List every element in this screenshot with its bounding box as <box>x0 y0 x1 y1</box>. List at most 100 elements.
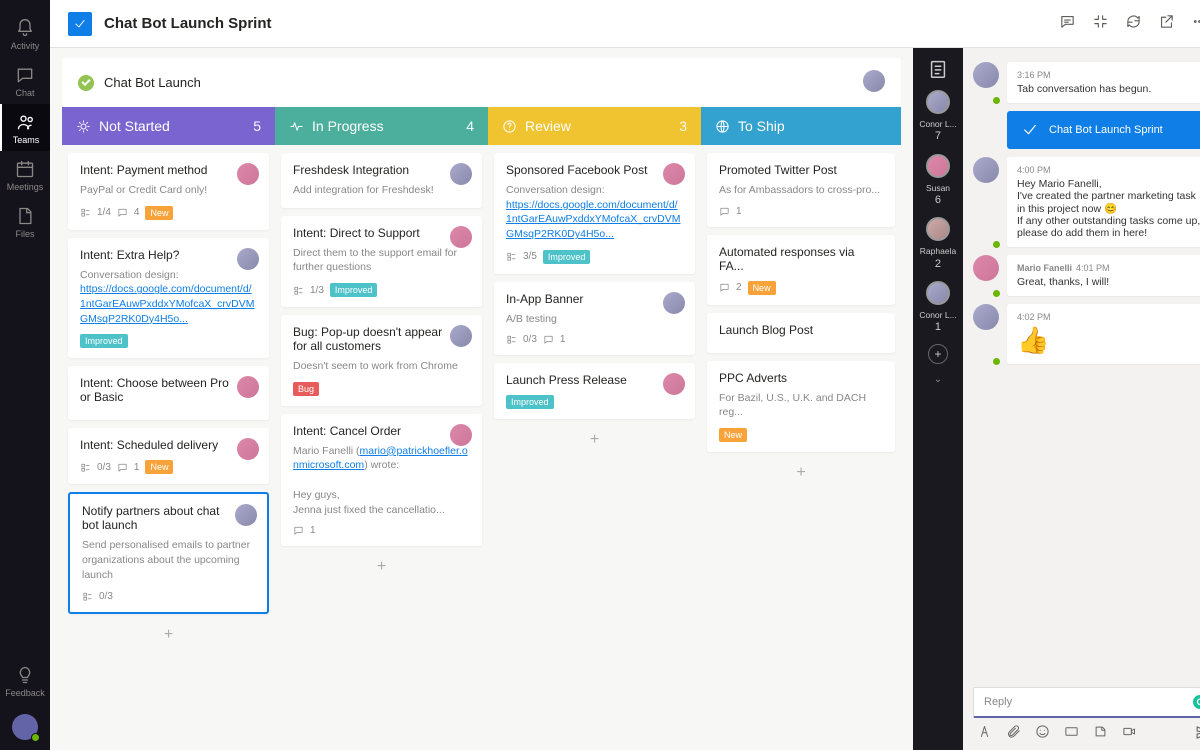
card[interactable]: Launch Blog Post <box>707 313 895 353</box>
card[interactable]: Sponsored Facebook Post Conversation des… <box>494 153 695 274</box>
assignee-avatar <box>663 373 685 395</box>
add-card-button[interactable]: + <box>494 427 695 453</box>
me-avatar[interactable] <box>12 714 38 740</box>
card[interactable]: Automated responses via FA... 2 New <box>707 235 895 305</box>
project-avatar[interactable] <box>863 70 885 92</box>
card[interactable]: Promoted Twitter Post As for Ambassadors… <box>707 153 895 227</box>
card-title: Intent: Direct to Support <box>293 226 470 240</box>
rail-files[interactable]: Files <box>0 198 50 245</box>
attach-icon[interactable] <box>1006 724 1021 744</box>
add-person-button[interactable]: + <box>928 344 948 364</box>
card[interactable]: Intent: Scheduled delivery 0/3 1 New <box>68 428 269 484</box>
reply-input[interactable]: Reply G <box>973 687 1200 718</box>
checklist-icon <box>293 285 304 296</box>
tab-title: Chat Bot Launch Sprint <box>104 15 272 32</box>
column-header: To Ship <box>701 107 901 145</box>
topbar: Chat Bot Launch Sprint <box>50 0 1200 48</box>
grammarly-icon: G <box>1193 695 1200 709</box>
person[interactable]: Susan6 <box>926 154 950 208</box>
assignee-avatar <box>663 163 685 185</box>
pulse-icon <box>289 119 304 134</box>
gif-icon[interactable] <box>1064 724 1079 744</box>
presence-icon <box>992 357 1001 366</box>
add-card-button[interactable]: + <box>68 622 269 648</box>
more-icon[interactable] <box>1191 13 1200 35</box>
tag-new: New <box>719 428 747 442</box>
sticker-icon[interactable] <box>1093 724 1108 744</box>
popout-icon[interactable] <box>1158 13 1175 35</box>
chat-panel: 3:16 PMTab conversation has begun. Chat … <box>963 48 1200 750</box>
tag-improved: Improved <box>80 334 128 348</box>
comment-icon <box>293 525 304 536</box>
collapse-icon[interactable] <box>1092 13 1109 35</box>
card[interactable]: PPC Adverts For Bazil, U.S., U.K. and DA… <box>707 361 895 452</box>
column-header: Not Started 5 <box>62 107 275 145</box>
tag-bug: Bug <box>293 382 319 396</box>
doc-link[interactable]: https://docs.google.com/document/d/1ntGa… <box>80 283 254 324</box>
format-icon[interactable] <box>977 724 992 744</box>
bell-icon <box>15 18 35 38</box>
add-card-button[interactable]: + <box>707 460 895 486</box>
rail-teams[interactable]: Teams <box>0 104 50 151</box>
card-title: Sponsored Facebook Post <box>506 163 683 177</box>
card[interactable]: Freshdesk Integration Add integration fo… <box>281 153 482 208</box>
project-bar: Chat Bot Launch <box>62 58 901 107</box>
card-title: Bug: Pop-up doesn't appear for all custo… <box>293 325 470 353</box>
system-pill[interactable]: Chat Bot Launch Sprint <box>1007 111 1200 149</box>
assignee-avatar <box>450 424 472 446</box>
meet-icon[interactable] <box>1122 724 1137 744</box>
card[interactable]: Intent: Choose between Pro or Basic <box>68 366 269 420</box>
card-title: PPC Adverts <box>719 371 883 385</box>
column-header: Review 3 <box>488 107 701 145</box>
card[interactable]: In-App Banner A/B testing 0/3 1 <box>494 282 695 356</box>
rail-chat[interactable]: Chat <box>0 57 50 104</box>
card[interactable]: Bug: Pop-up doesn't appear for all custo… <box>281 315 482 406</box>
avatar <box>973 157 999 183</box>
rail-activity[interactable]: Activity <box>0 10 50 57</box>
card-title: In-App Banner <box>506 292 683 306</box>
tag-improved: Improved <box>330 283 378 297</box>
card[interactable]: Intent: Cancel Order Mario Fanelli (mari… <box>281 414 482 546</box>
checklist-icon <box>506 334 517 345</box>
card[interactable]: Intent: Payment method PayPal or Credit … <box>68 153 269 230</box>
card-title: Promoted Twitter Post <box>719 163 883 177</box>
chevron-down-icon[interactable]: ⌄ <box>934 374 942 385</box>
card-title: Intent: Payment method <box>80 163 257 177</box>
card-title: Launch Press Release <box>506 373 683 387</box>
doc-link[interactable]: https://docs.google.com/document/d/1ntGa… <box>506 199 680 240</box>
card-selected[interactable]: Notify partners about chat bot launch Se… <box>68 492 269 613</box>
emoji-icon[interactable] <box>1035 724 1050 744</box>
globe-icon <box>715 119 730 134</box>
card[interactable]: Intent: Extra Help? Conversation design:… <box>68 238 269 359</box>
comment-icon <box>117 462 128 473</box>
card[interactable]: Launch Press Release Improved <box>494 363 695 419</box>
comment-icon <box>117 207 128 218</box>
person[interactable]: Conor L...7 <box>919 90 956 144</box>
send-button[interactable] <box>1195 724 1200 744</box>
card-title: Automated responses via FA... <box>719 245 883 273</box>
card-title: Intent: Extra Help? <box>80 248 257 262</box>
card-desc: Doesn't seem to work from Chrome <box>293 359 470 374</box>
add-card-button[interactable]: + <box>281 554 482 580</box>
rail-meetings[interactable]: Meetings <box>0 151 50 198</box>
card-desc: PayPal or Credit Card only! <box>80 183 257 198</box>
card[interactable]: Intent: Direct to Support Direct them to… <box>281 216 482 307</box>
rail-feedback[interactable]: Feedback <box>0 657 50 704</box>
thumbs-up-emoji: 👍 <box>1017 325 1200 356</box>
refresh-icon[interactable] <box>1125 13 1142 35</box>
compose: Reply G <box>963 683 1200 750</box>
comment-icon[interactable] <box>1059 13 1076 35</box>
chat-message: 4:00 PM Hey Mario Fanelli, I've created … <box>973 157 1200 247</box>
person[interactable]: Conor L...1 <box>919 281 956 335</box>
person[interactable]: Raphaela2 <box>920 217 956 271</box>
contacts-icon[interactable] <box>927 58 949 80</box>
card-desc: Send personalised emails to partner orga… <box>82 538 255 582</box>
chat-message: 4:02 PM👍 <box>973 304 1200 364</box>
checklist-icon <box>80 462 91 473</box>
card-desc: Add integration for Freshdesk! <box>293 183 470 198</box>
tag-new: New <box>748 281 776 295</box>
tag-improved: Improved <box>543 250 591 264</box>
presence-icon <box>992 240 1001 249</box>
avatar <box>973 62 999 88</box>
column-not-started: Not Started 5 Intent: Payment method Pay… <box>62 107 275 750</box>
